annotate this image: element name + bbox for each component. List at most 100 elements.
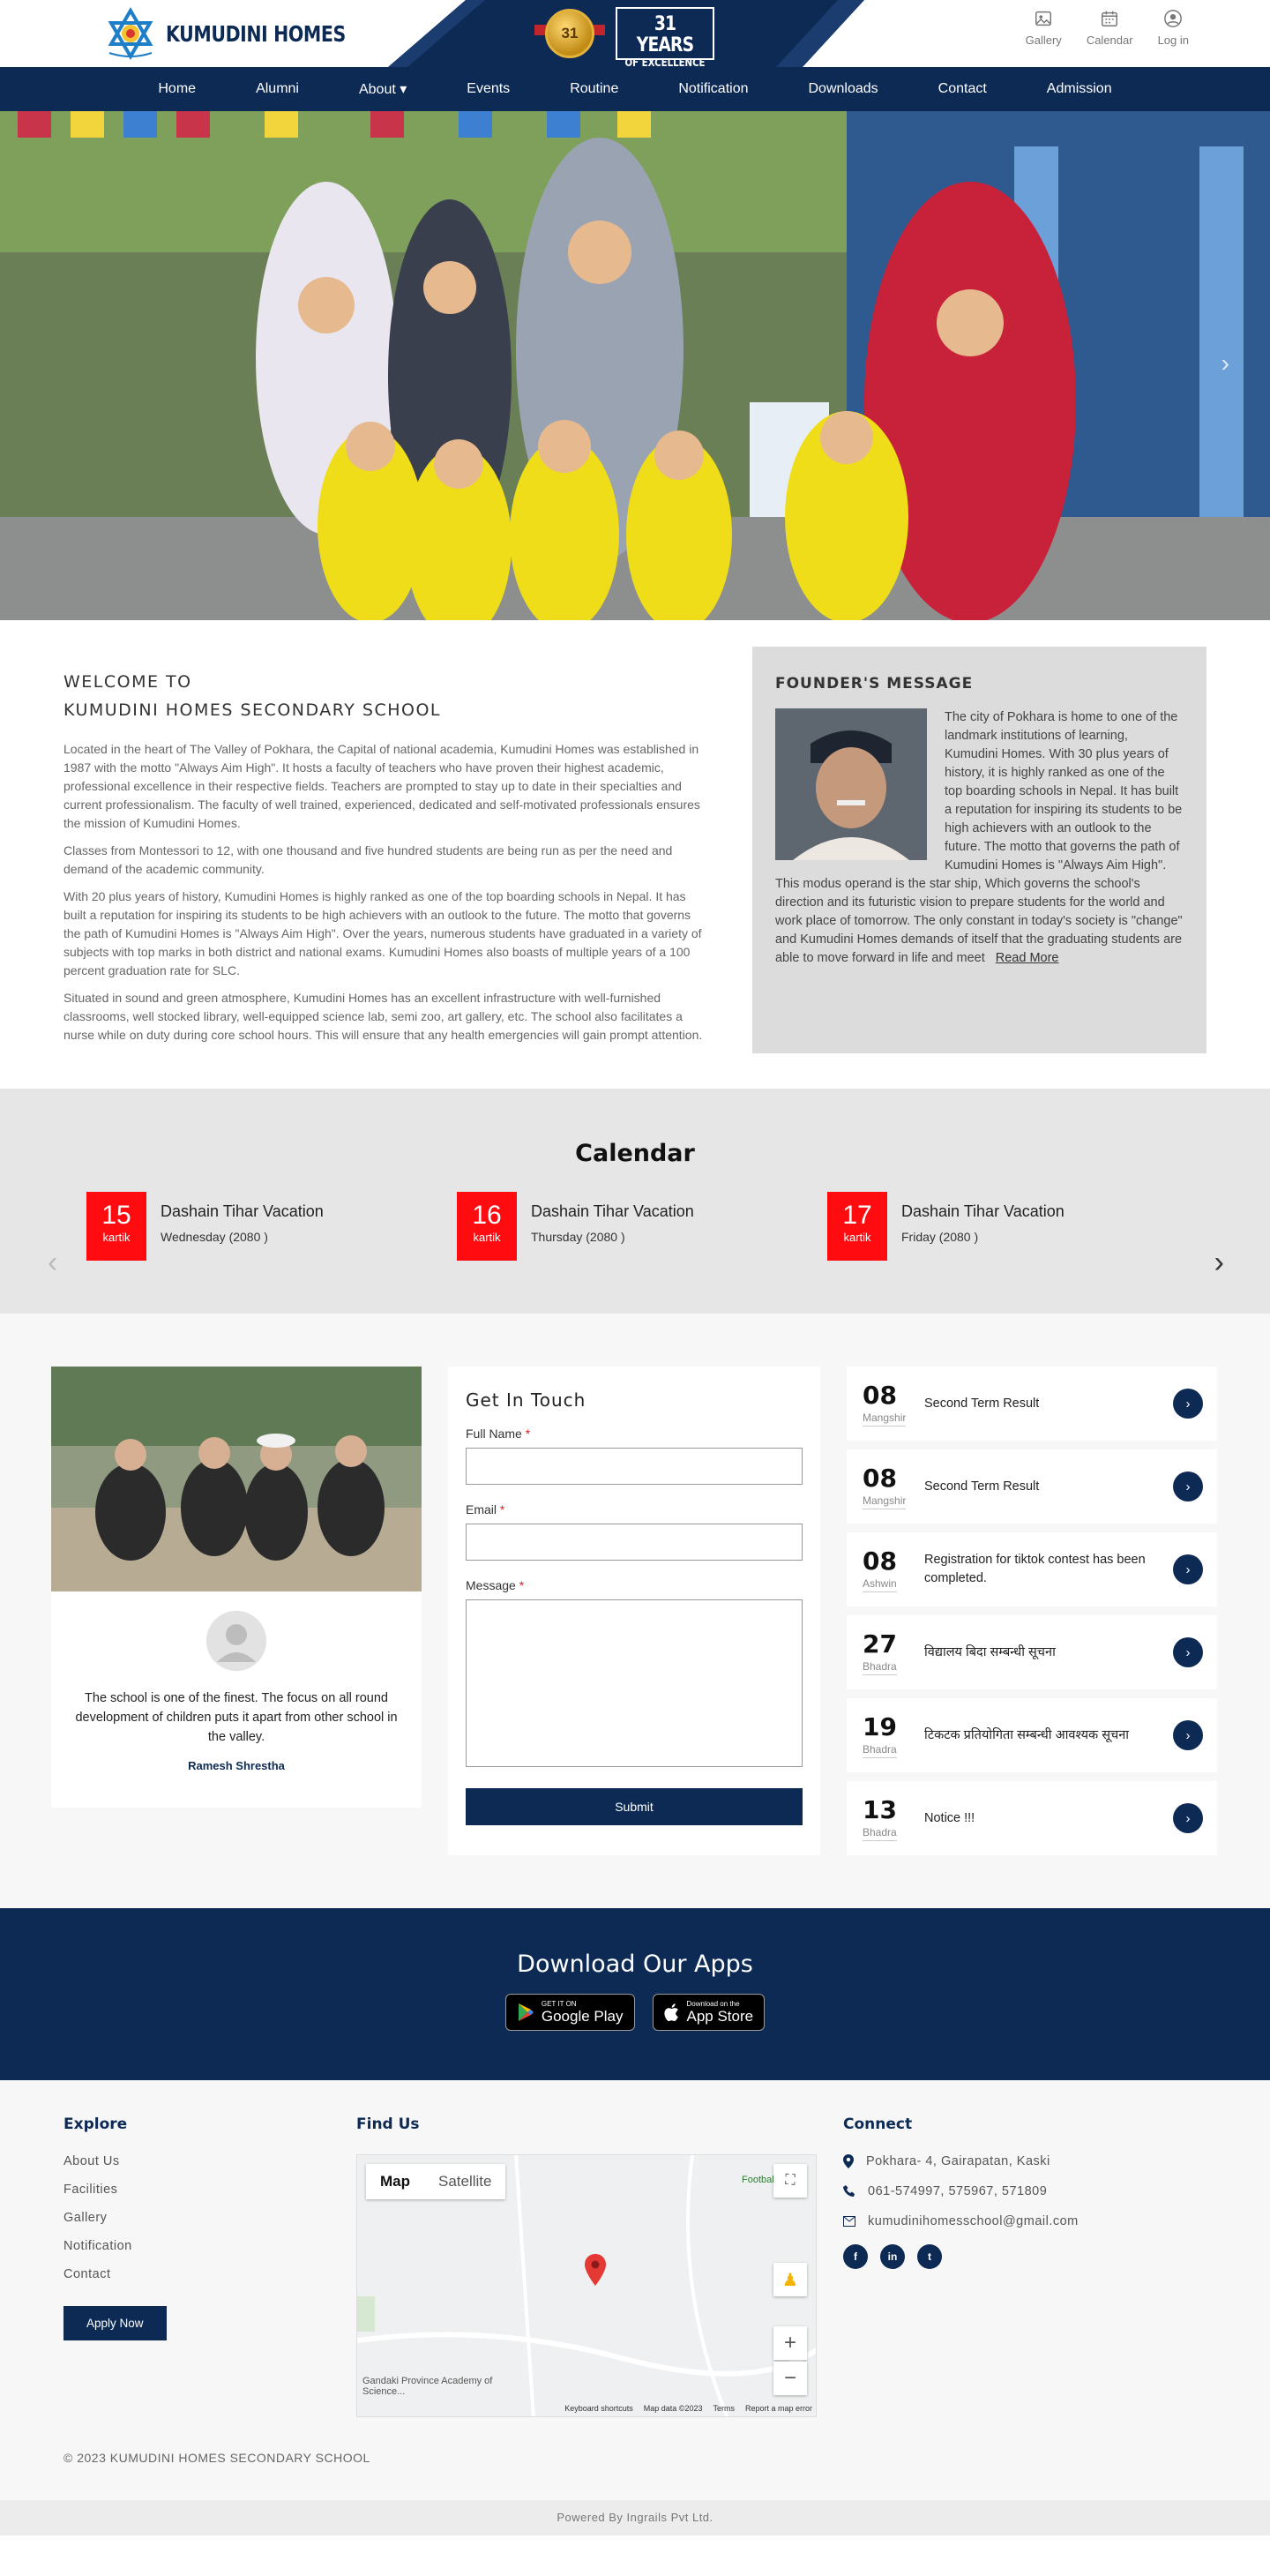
google-map[interactable]: Map Satellite Football Gandaki Province …	[356, 2154, 817, 2417]
calendar-prev-icon[interactable]: ‹	[48, 1246, 57, 1280]
email-line: kumudinihomesschool@gmail.com	[843, 2214, 1206, 2228]
message-textarea[interactable]	[466, 1599, 803, 1767]
notice-item[interactable]: 19 Bhadra टिकटक प्रतियोगिता सम्बन्धी आवश्…	[847, 1698, 1217, 1772]
chevron-right-icon[interactable]: ›	[1173, 1803, 1203, 1833]
event-subtitle: Wednesday (2080 )	[161, 1230, 268, 1244]
email-label: Email *	[466, 1502, 803, 1516]
notice-title: Second Term Result	[924, 1396, 1040, 1411]
powered-by[interactable]: Powered By Ingrails Pvt Ltd.	[0, 2500, 1270, 2535]
notice-title: Second Term Result	[924, 1479, 1040, 1494]
years-big-text: 31 YEARS	[636, 13, 694, 56]
chevron-right-icon[interactable]: ›	[1173, 1720, 1203, 1750]
event-title: Dashain Tihar Vacation	[531, 1202, 694, 1220]
notice-date: 19 Bhadra	[863, 1712, 914, 1758]
footer-link-gallery[interactable]: Gallery	[64, 2211, 356, 2225]
welcome-paragraph: Located in the heart of The Valley of Po…	[64, 742, 700, 830]
calendar-event[interactable]: 17 kartik Dashain Tihar Vacation Friday …	[827, 1192, 1127, 1261]
notice-title: विद्यालय बिदा सम्बन्धी सूचना	[924, 1644, 1056, 1659]
footer-columns: Explore About Us Facilities Gallery Noti…	[64, 2115, 1206, 2417]
gallery-link[interactable]: Gallery	[1026, 9, 1062, 47]
notice-month: Bhadra	[863, 1826, 897, 1841]
notice-item[interactable]: 08 Mangshir Second Term Result ›	[847, 1449, 1217, 1524]
map-report-link[interactable]: Report a map error	[745, 2404, 812, 2413]
welcome-paragraph: Classes from Montessori to 12, with one …	[64, 843, 673, 876]
copyright: © 2023 KUMUDINI HOMES SECONDARY SCHOOL	[64, 2451, 370, 2465]
footer-link-contact[interactable]: Contact	[64, 2267, 356, 2281]
school-name: KUMUDINI HOMES	[166, 20, 346, 47]
nav-alumni[interactable]: Alumni	[226, 81, 329, 97]
school-logo[interactable]: KUMUDINI HOMES	[104, 7, 385, 60]
calendar-link[interactable]: Calendar	[1087, 9, 1133, 47]
map-keyboard-shortcuts[interactable]: Keyboard shortcuts	[564, 2404, 633, 2413]
excellence-badge: 31 YEARS OF EXCELLENCE	[616, 7, 714, 67]
notice-date: 13 Bhadra	[863, 1795, 914, 1841]
footer: Explore About Us Facilities Gallery Noti…	[0, 2080, 1270, 2500]
event-subtitle: Thursday (2080 )	[531, 1230, 625, 1244]
location-pin-icon	[843, 2154, 854, 2168]
email-text[interactable]: kumudinihomesschool@gmail.com	[868, 2214, 1079, 2228]
footer-link-facilities[interactable]: Facilities	[64, 2183, 356, 2197]
notice-day: 08	[863, 1380, 897, 1410]
notice-day: 27	[863, 1629, 897, 1659]
footer-link-notification[interactable]: Notification	[64, 2239, 356, 2253]
notice-item[interactable]: 27 Bhadra विद्यालय बिदा सम्बन्धी सूचना ›	[847, 1615, 1217, 1689]
notice-date: 08 Mangshir	[863, 1380, 914, 1427]
medal-number: 31	[561, 25, 579, 41]
chevron-right-icon[interactable]: ›	[1173, 1554, 1203, 1584]
welcome-paragraph: Situated in sound and green atmosphere, …	[64, 991, 703, 1042]
notice-item[interactable]: 13 Bhadra Notice !!! ›	[847, 1781, 1217, 1855]
notice-date: 08 Ashwin	[863, 1546, 914, 1592]
zoom-in-icon[interactable]: +	[773, 2326, 807, 2360]
map-tab-map[interactable]: Map	[366, 2164, 424, 2199]
avatar	[206, 1611, 266, 1671]
chevron-right-icon[interactable]: ›	[1173, 1389, 1203, 1419]
street-view-icon[interactable]: ♟	[773, 2263, 807, 2296]
nav-events[interactable]: Events	[437, 81, 540, 97]
notice-item[interactable]: 08 Mangshir Second Term Result ›	[847, 1367, 1217, 1441]
nav-notification[interactable]: Notification	[648, 81, 778, 97]
facebook-icon[interactable]: f	[843, 2244, 868, 2269]
fullscreen-icon[interactable]: ⛶	[773, 2164, 807, 2198]
event-title: Dashain Tihar Vacation	[161, 1202, 324, 1220]
google-play-button[interactable]: GET IT ON Google Play	[504, 1994, 635, 2031]
linkedin-icon[interactable]: in	[880, 2244, 905, 2269]
event-day: 15	[101, 1201, 131, 1230]
nav-downloads[interactable]: Downloads	[779, 81, 908, 97]
map-terms-link[interactable]: Terms	[713, 2404, 735, 2413]
founder-title: FOUNDER'S MESSAGE	[774, 675, 974, 693]
nav-about[interactable]: About ▾	[329, 80, 437, 98]
chevron-right-icon[interactable]: ›	[1173, 1637, 1203, 1667]
login-link[interactable]: Log in	[1158, 9, 1189, 47]
full-name-input[interactable]	[466, 1448, 803, 1485]
apply-now-button[interactable]: Apply Now	[64, 2306, 167, 2340]
email-input[interactable]	[466, 1524, 803, 1561]
app-store-big: App Store	[686, 2007, 754, 2025]
nav-admission[interactable]: Admission	[1017, 81, 1142, 97]
nav-home[interactable]: Home	[128, 81, 226, 97]
footer-explore: Explore About Us Facilities Gallery Noti…	[64, 2115, 356, 2417]
calendar-events: 15 kartik Dashain Tihar Vacation Wednesd…	[51, 1192, 1219, 1261]
phone-line: 061-574997, 575967, 571809	[843, 2184, 1206, 2198]
welcome-text: WELCOME TO KUMUDINI HOMES SECONDARY SCHO…	[64, 647, 708, 1053]
calendar-event[interactable]: 16 kartik Dashain Tihar Vacation Thursda…	[457, 1192, 757, 1261]
chevron-right-icon[interactable]: ›	[1173, 1471, 1203, 1501]
event-month: kartik	[473, 1231, 501, 1244]
hero-next-icon[interactable]: ›	[1221, 349, 1229, 378]
map-marker-icon[interactable]	[584, 2254, 607, 2286]
submit-button[interactable]: Submit	[466, 1788, 803, 1825]
notice-title: टिकटक प्रतियोगिता सम्बन्धी आवश्यक सूचना	[924, 1727, 1130, 1742]
nav-routine[interactable]: Routine	[540, 81, 648, 97]
twitter-icon[interactable]: t	[917, 2244, 942, 2269]
map-tab-satellite[interactable]: Satellite	[424, 2164, 505, 2199]
calendar-next-icon[interactable]: ›	[1214, 1246, 1224, 1280]
app-store-button[interactable]: Download on the App Store	[652, 1994, 766, 2031]
zoom-out-icon[interactable]: −	[773, 2362, 807, 2395]
nav-contact[interactable]: Contact	[908, 81, 1017, 97]
read-more-link[interactable]: Read More	[996, 951, 1059, 965]
calendar-event[interactable]: 15 kartik Dashain Tihar Vacation Wednesd…	[86, 1192, 386, 1261]
testimonial-photo	[51, 1367, 422, 1591]
notice-item[interactable]: 08 Ashwin Registration for tiktok contest…	[847, 1532, 1217, 1606]
calendar-icon	[1102, 11, 1118, 26]
map-data-credit: Map data ©2023	[643, 2404, 703, 2413]
footer-link-about[interactable]: About Us	[64, 2154, 356, 2168]
